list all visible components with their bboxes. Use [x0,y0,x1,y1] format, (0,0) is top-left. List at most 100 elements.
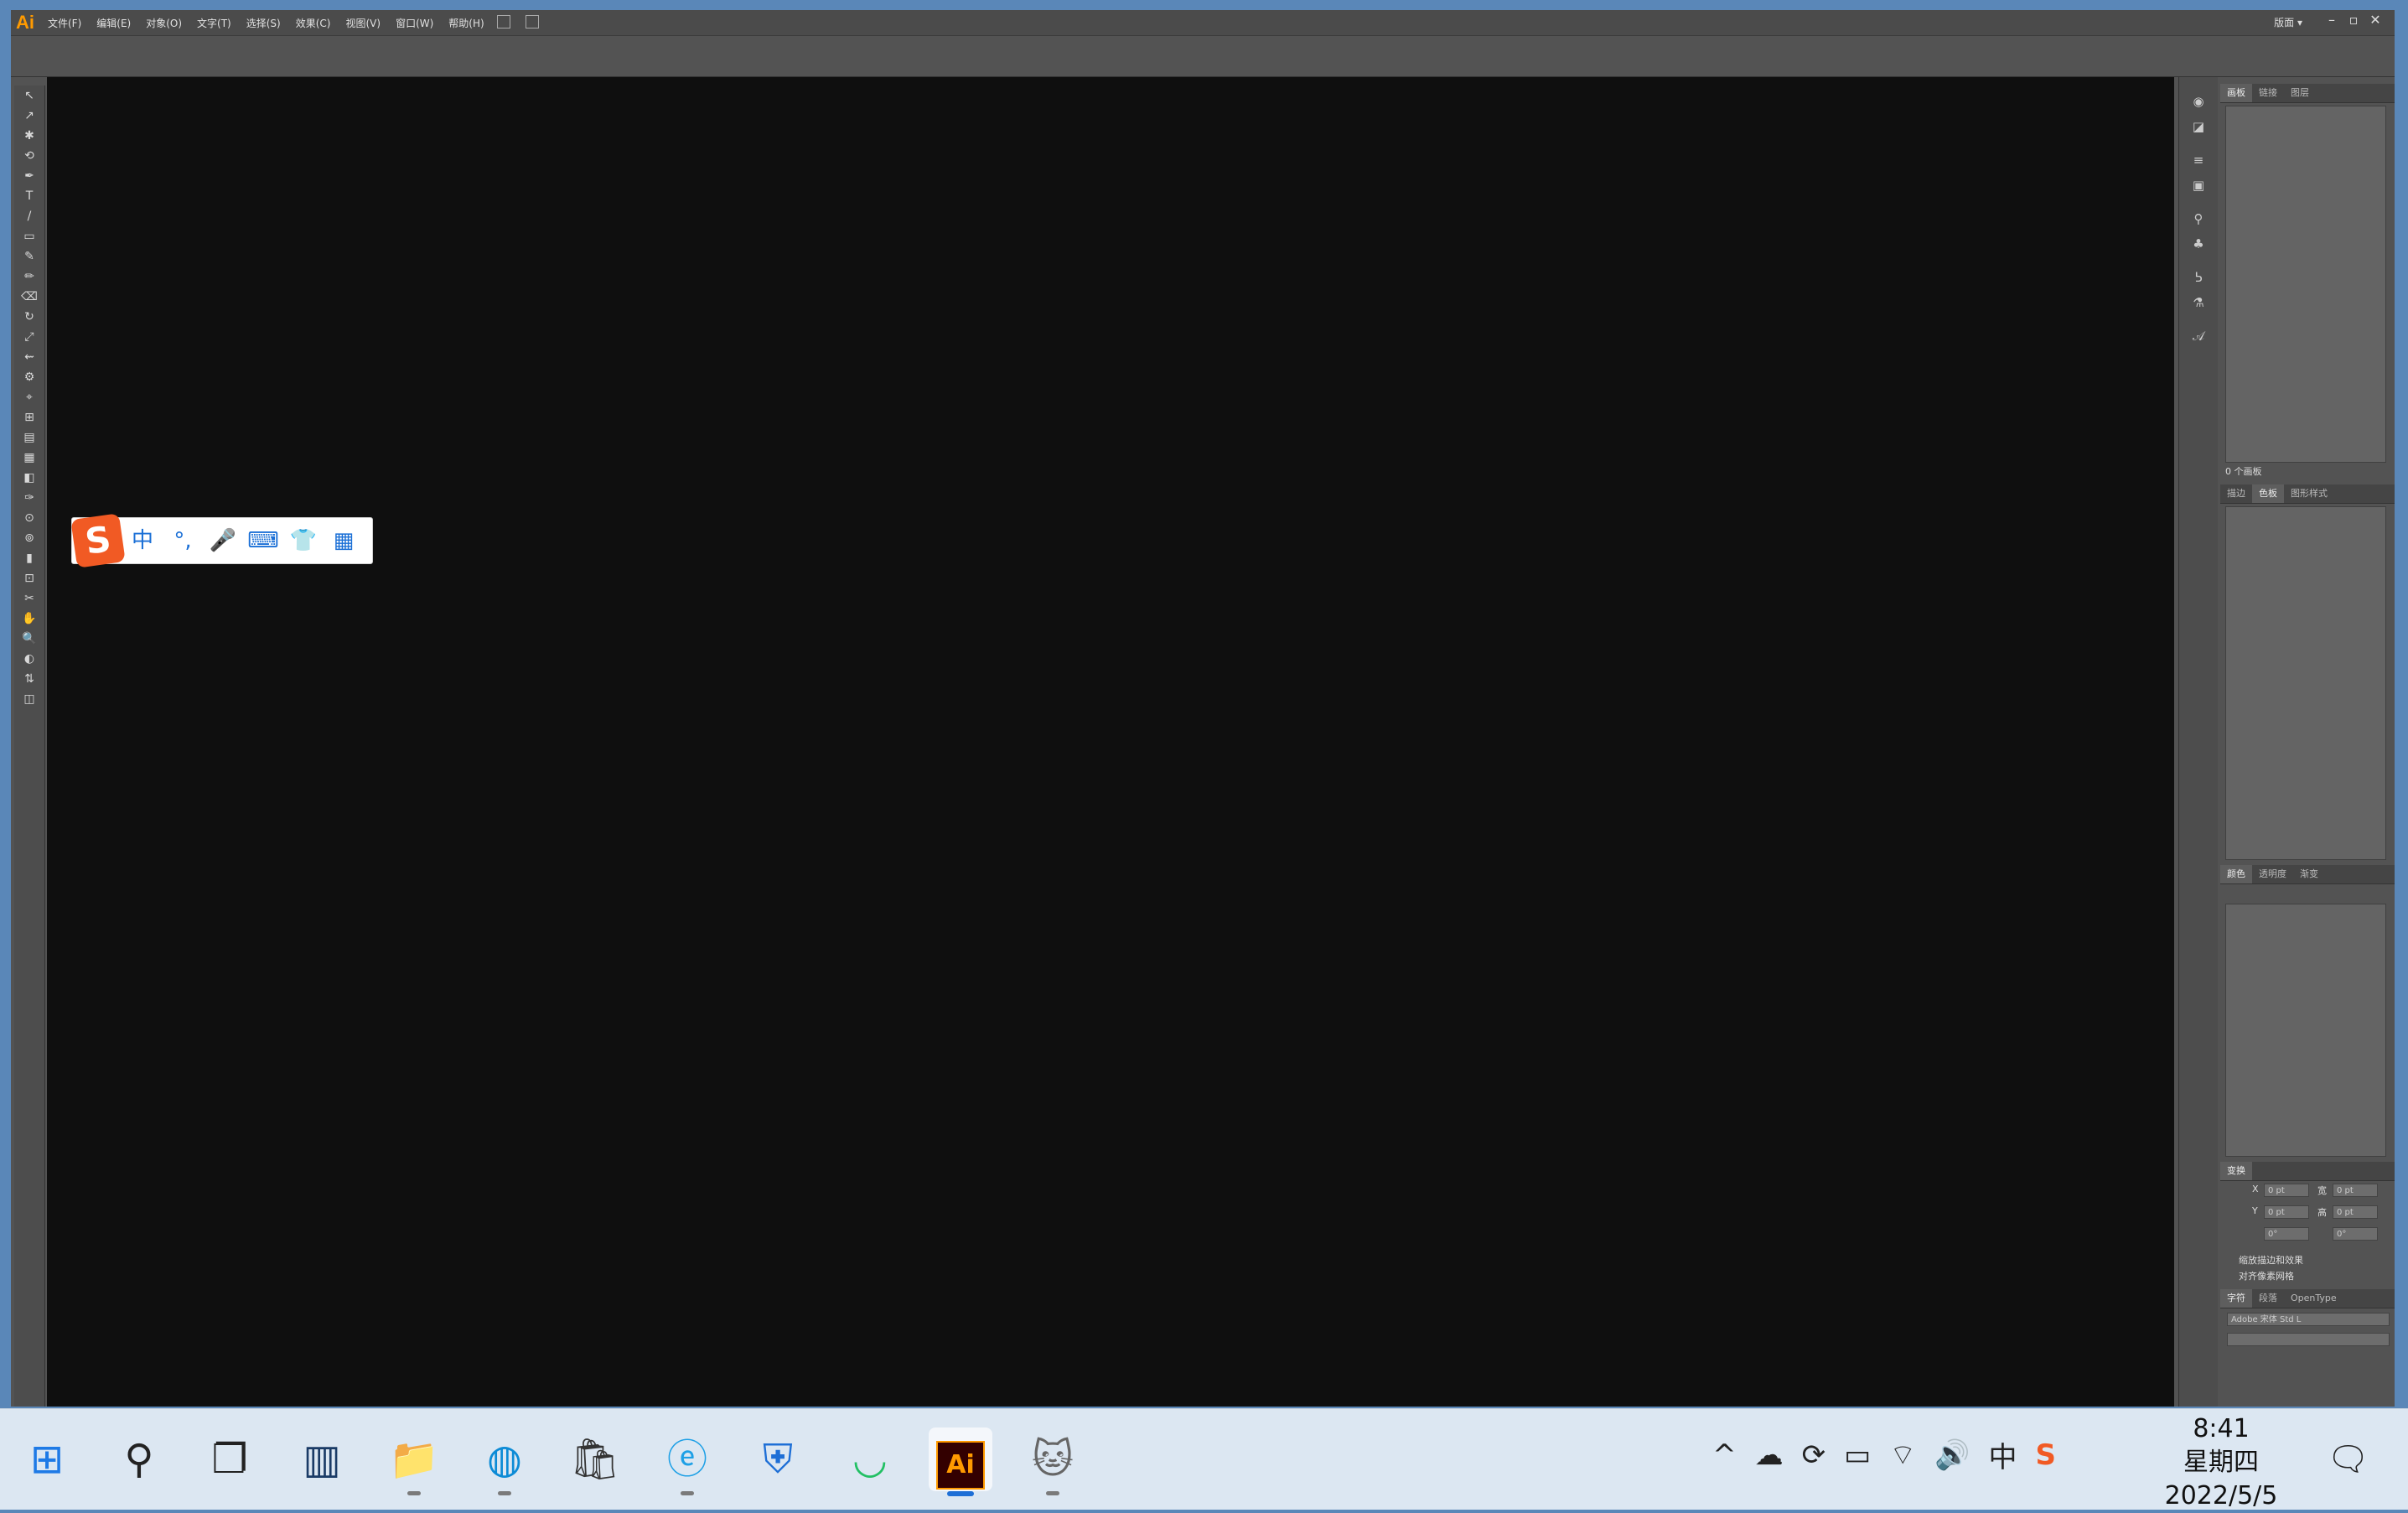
maximize-button[interactable]: ▫ [2343,12,2364,28]
symbol-sprayer-tool-icon[interactable]: ⊙ [17,508,42,528]
menu-window[interactable]: 窗口(W) [396,16,433,30]
eyedropper-tool-icon[interactable]: ◧ [17,468,42,488]
menu-help[interactable]: 帮助(H) [448,16,484,30]
tab-opentype[interactable]: OpenType [2284,1289,2343,1308]
close-button[interactable]: ✕ [2364,12,2386,28]
free-transform-tool-icon[interactable]: ⚙ [17,367,42,387]
shopping-app-icon[interactable]: ◡ [838,1428,902,1491]
mesh-tool-icon[interactable]: ▤ [17,427,42,448]
pen-tool-icon[interactable]: ✒ [17,166,42,186]
ime-punctuation-icon[interactable]: °, [163,518,203,563]
show-hidden-icons-icon[interactable]: ^ [1712,1438,1737,1472]
graphic-styles-icon[interactable]: ᕊ [2179,265,2218,290]
pixel-grid-option[interactable]: 对齐像素网格 [2239,1269,2294,1282]
menu-view[interactable]: 视图(V) [345,16,381,30]
sogou-tray-icon[interactable]: S [2036,1438,2057,1472]
artboard-list[interactable] [2225,106,2386,463]
direct-selection-tool-icon[interactable]: ↗ [17,106,42,126]
menu-select[interactable]: 选择(S) [246,16,281,30]
appearance-icon[interactable]: ◪ [2179,114,2218,139]
widgets-icon[interactable]: ▥ [290,1428,354,1491]
color-area[interactable] [2225,904,2386,1157]
selection-tool-icon[interactable]: ↖ [17,85,42,106]
lasso-tool-icon[interactable]: ⟲ [17,146,42,166]
hand-tool-icon[interactable]: ✋ [17,609,42,629]
artboard-tool-icon[interactable]: ⊡ [17,568,42,588]
pathfinder-icon[interactable]: ▣ [2179,173,2218,198]
paintbrush-tool-icon[interactable]: ✎ [17,246,42,267]
ime-skin-icon[interactable]: 👕 [283,518,324,563]
arrange-documents-icon[interactable] [526,15,539,28]
font-style-select[interactable] [2227,1333,2390,1346]
character-styles-icon[interactable]: 𝒜 [2179,324,2218,349]
security-app-icon[interactable]: ⛨ [746,1428,810,1491]
rotate-input[interactable]: 0° [2264,1227,2309,1241]
align-icon[interactable]: ≡ [2179,148,2218,173]
illustrator-taskbar-icon[interactable]: Ai [929,1428,992,1491]
scale-tool-icon[interactable]: ⤢ [17,327,42,347]
input-language-indicator[interactable]: 中 [1989,1434,2017,1475]
menu-edit[interactable]: 编辑(E) [96,16,131,30]
tab-artboards[interactable]: 画板 [2220,84,2252,102]
slice-tool-icon[interactable]: ✂ [17,588,42,609]
tab-paragraph[interactable]: 段落 [2252,1289,2284,1308]
color-guide-icon[interactable]: ◉ [2179,89,2218,114]
tab-character[interactable]: 字符 [2220,1289,2252,1308]
pencil-tool-icon[interactable]: ✏ [17,267,42,287]
type-tool-icon[interactable]: T [17,186,42,206]
tab-layers[interactable]: 图层 [2284,84,2316,102]
ime-voice-icon[interactable]: 🎤 [203,518,243,563]
column-graph-tool-icon[interactable]: ▮ [17,548,42,568]
symbols-icon[interactable]: ♣ [2179,231,2218,256]
start-icon[interactable]: ⊞ [15,1428,79,1491]
rotate-tool-icon[interactable]: ↻ [17,307,42,327]
menu-file[interactable]: 文件(F) [48,16,81,30]
ime-toolbox-icon[interactable]: ▦ [324,518,364,563]
h-input[interactable]: 0 pt [2333,1205,2378,1219]
minimize-button[interactable]: – [2321,12,2343,28]
tab-links[interactable]: 链接 [2252,84,2284,102]
bridge-icon[interactable] [497,15,510,28]
tab-transparency[interactable]: 透明度 [2252,865,2293,883]
file-explorer-icon[interactable]: 📁 [382,1428,446,1491]
shear-input[interactable]: 0° [2333,1227,2378,1241]
onedrive-icon[interactable]: ☁ [1755,1438,1784,1472]
y-input[interactable]: 0 pt [2264,1205,2309,1219]
sogou-logo-icon[interactable]: S [70,513,126,568]
scale-strokes-option[interactable]: 缩放描边和效果 [2239,1253,2303,1267]
menu-object[interactable]: 对象(O) [146,16,182,30]
magic-wand-tool-icon[interactable]: ✱ [17,126,42,146]
sync-icon[interactable]: ⟳ [1802,1438,1826,1472]
tab-swatches[interactable]: 色板 [2252,484,2284,503]
blend-tool-icon[interactable]: ✑ [17,488,42,508]
volume-icon[interactable]: 🔊 [1934,1438,1970,1472]
line-tool-icon[interactable]: / [17,206,42,226]
swatches-area[interactable] [2225,506,2386,860]
tab-color[interactable]: 颜色 [2220,865,2252,883]
shape-builder-tool-icon[interactable]: ⌖ [17,387,42,407]
game-app-icon[interactable]: 🐱 [1021,1428,1085,1491]
clock[interactable]: 8:41 星期四 2022/5/5 [2154,1412,2288,1513]
brushes-icon[interactable]: ⚲ [2179,206,2218,231]
task-view-icon[interactable]: ❐ [198,1428,262,1491]
ime-keyboard-icon[interactable]: ⌨ [243,518,283,563]
font-family-select[interactable]: Adobe 宋体 Std L [2227,1313,2390,1326]
perspective-grid-tool-icon[interactable]: ⊞ [17,407,42,427]
rectangle-tool-icon[interactable]: ▭ [17,226,42,246]
tab-gradient[interactable]: 渐变 [2293,865,2325,883]
warp-tool-icon[interactable]: ⇜ [17,347,42,367]
layers-icon[interactable]: ⚗ [2179,290,2218,315]
edge-icon[interactable]: ◍ [473,1428,536,1491]
menu-effect[interactable]: 效果(C) [296,16,331,30]
w-input[interactable]: 0 pt [2333,1184,2378,1197]
ie-browser-icon[interactable]: ⓔ [655,1428,719,1491]
notification-icon[interactable]: 🗨 [2327,1439,2369,1479]
search-icon[interactable]: ⚲ [107,1428,171,1491]
wifi-icon[interactable]: ⌔ [1889,1437,1916,1473]
fill-stroke-icon[interactable]: ◐ [17,649,42,669]
tab-graphic-styles[interactable]: 图形样式 [2284,484,2334,503]
swap-fill-stroke-icon[interactable]: ⇅ [17,669,42,689]
workspace-switcher[interactable]: 版面 ▾ [2274,15,2302,29]
store-icon[interactable]: 🛍 [563,1428,627,1491]
graph-tool-icon[interactable]: ⊚ [17,528,42,548]
